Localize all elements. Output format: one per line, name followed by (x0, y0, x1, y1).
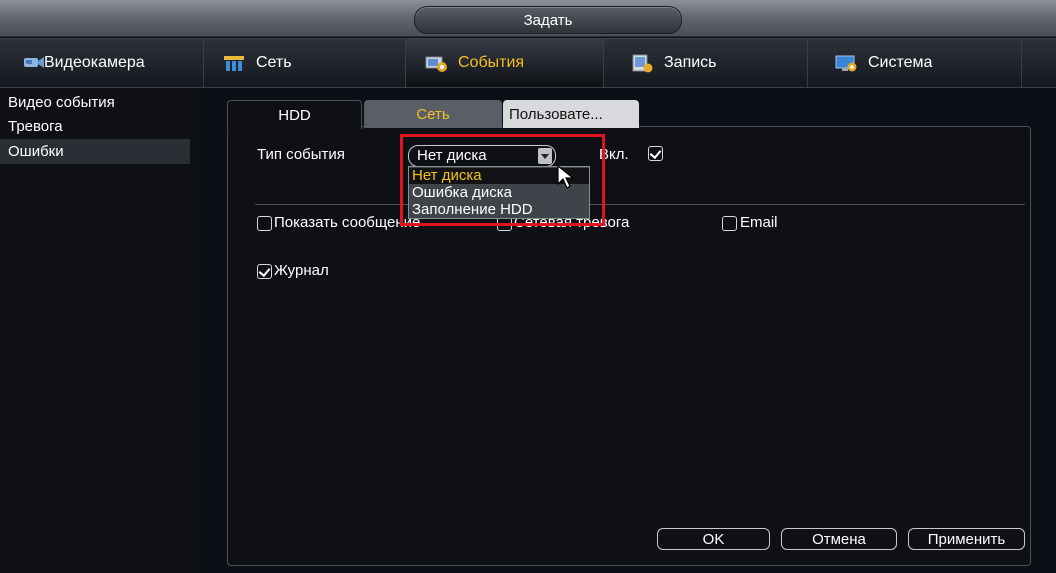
tab-network[interactable]: Сеть (204, 39, 406, 87)
tab-events[interactable]: События (406, 39, 604, 87)
content-panel (227, 126, 1031, 566)
system-icon (834, 53, 858, 73)
sidebar-item-video-events[interactable]: Видео события (0, 90, 190, 115)
show-message-label: Показать сообщение (274, 214, 421, 231)
mouse-pointer-icon (556, 164, 578, 190)
network-icon (222, 53, 246, 73)
window-title: Задать (414, 6, 682, 34)
title-bar: Задать (0, 0, 1056, 37)
camera-icon (22, 53, 46, 73)
subtab-user[interactable]: Пользовате... (503, 100, 639, 128)
divider (255, 204, 1025, 205)
email-label: Email (740, 214, 778, 231)
show-message-checkbox[interactable] (257, 216, 272, 231)
sidebar-item-errors[interactable]: Ошибки (0, 139, 190, 164)
log-checkbox[interactable] (257, 264, 272, 279)
cancel-button[interactable]: Отмена (781, 528, 897, 550)
main-tab-bar: Видеокамера Сеть События Запись Система (0, 38, 1056, 88)
tab-camera[interactable]: Видеокамера (0, 39, 204, 87)
email-checkbox[interactable] (722, 216, 737, 231)
tab-record[interactable]: Запись (604, 39, 808, 87)
tab-system[interactable]: Система (808, 39, 1022, 87)
event-type-label: Тип события (257, 146, 345, 163)
events-icon (424, 53, 448, 73)
record-icon (630, 53, 654, 73)
apply-button[interactable]: Применить (908, 528, 1025, 550)
subtab-network[interactable]: Сеть (364, 100, 502, 128)
sidebar-item-alarm[interactable]: Тревога (0, 114, 190, 139)
ok-button[interactable]: OK (657, 528, 770, 550)
subtab-hdd[interactable]: HDD (227, 100, 362, 129)
enable-checkbox[interactable] (648, 146, 663, 161)
log-label: Журнал (274, 262, 329, 279)
